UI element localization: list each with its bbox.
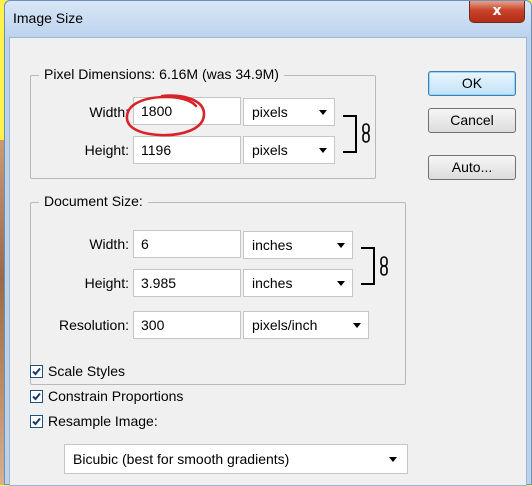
resolution-unit-value: pixels/inch — [252, 317, 318, 333]
document-size-group: Document Size: Width: 6 inches Height: 3… — [30, 193, 406, 385]
resolution-input[interactable]: 300 — [133, 311, 241, 339]
resample-image-checkbox[interactable]: Resample Image: — [30, 413, 230, 433]
image-size-dialog: Image Size x Pixel Dimensions: 6.16M (wa… — [4, 0, 532, 486]
annotation-circle — [125, 94, 206, 137]
chevron-down-icon — [337, 243, 345, 248]
pixel-height-input[interactable]: 1196 — [133, 136, 241, 164]
chevron-down-icon — [389, 457, 397, 462]
resolution-value: 300 — [141, 317, 165, 333]
constrain-proportions-checkbox[interactable]: Constrain Proportions — [30, 388, 250, 408]
doc-width-unit-select[interactable]: inches — [243, 231, 353, 259]
link-bracket-vertical — [355, 115, 357, 153]
title-bar[interactable]: Image Size x — [5, 1, 531, 37]
doc-width-label: Width: — [89, 236, 129, 252]
ok-button[interactable]: OK — [428, 71, 516, 96]
link-bracket-bottom — [343, 151, 357, 153]
checkmark-icon — [32, 367, 41, 376]
cancel-button[interactable]: Cancel — [428, 108, 516, 133]
checkmark-icon — [32, 392, 41, 401]
scale-styles-label: Scale Styles — [48, 363, 126, 379]
chevron-down-icon — [353, 323, 361, 328]
pixel-height-value: 1196 — [141, 142, 172, 158]
chevron-down-icon — [337, 281, 345, 286]
doc-height-label: Height: — [84, 275, 129, 291]
doc-height-input[interactable]: 3.985 — [133, 269, 241, 297]
chevron-down-icon — [319, 110, 327, 115]
resolution-unit-select[interactable]: pixels/inch — [243, 311, 369, 339]
checkbox-box — [30, 390, 43, 403]
pixel-width-unit-value: pixels — [252, 104, 288, 120]
auto-button[interactable]: Auto... — [428, 155, 516, 180]
checkbox-box — [30, 365, 43, 378]
pixel-height-unit-select[interactable]: pixels — [243, 136, 335, 164]
doc-width-value: 6 — [141, 236, 149, 252]
dialog-title: Image Size — [13, 10, 84, 26]
pixel-height-unit-value: pixels — [252, 142, 288, 158]
chevron-down-icon — [319, 148, 327, 153]
resample-method-select[interactable]: Bicubic (best for smooth gradients) — [64, 444, 408, 474]
doc-height-value: 3.985 — [141, 275, 177, 291]
checkbox-box — [30, 415, 43, 428]
pixel-dimensions-legend: Pixel Dimensions: 6.16M (was 34.9M) — [39, 66, 284, 82]
constrain-proportions-label: Constrain Proportions — [48, 388, 184, 404]
close-button[interactable]: x — [469, 1, 525, 23]
dialog-body: Pixel Dimensions: 6.16M (was 34.9M) Widt… — [9, 37, 527, 486]
resample-method-value: Bicubic (best for smooth gradients) — [73, 451, 290, 467]
pixel-height-label: Height: — [84, 142, 129, 158]
doc-height-unit-value: inches — [252, 275, 293, 291]
scale-styles-checkbox[interactable]: Scale Styles — [30, 363, 190, 383]
doc-width-unit-value: inches — [252, 237, 293, 253]
link-bracket-bottom — [361, 283, 375, 285]
document-size-legend: Document Size: — [39, 193, 148, 209]
pixel-width-label: Width: — [89, 104, 129, 120]
link-bracket-vertical — [373, 247, 375, 285]
close-icon: x — [492, 3, 502, 19]
chain-link-icon — [362, 123, 370, 143]
resolution-label: Resolution: — [58, 317, 129, 333]
pixel-width-unit-select[interactable]: pixels — [243, 98, 335, 126]
chain-link-icon — [380, 256, 388, 276]
checkmark-icon — [32, 417, 41, 426]
doc-height-unit-select[interactable]: inches — [243, 269, 353, 297]
doc-width-input[interactable]: 6 — [133, 230, 241, 258]
resample-image-label: Resample Image: — [48, 413, 158, 429]
